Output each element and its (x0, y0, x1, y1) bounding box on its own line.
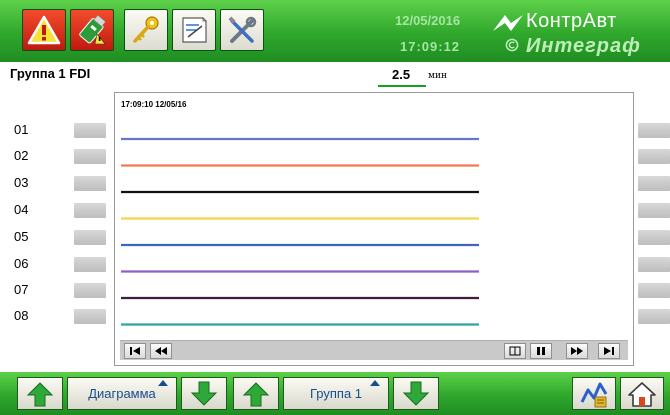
channel-scale-box[interactable] (638, 230, 670, 245)
channel-scale-box[interactable] (638, 257, 670, 272)
channel-label: 06 (14, 256, 29, 271)
channel-value-box[interactable] (74, 230, 106, 245)
channel-label: 05 (14, 229, 29, 244)
trend-settings-button[interactable] (572, 377, 616, 410)
rewind-button[interactable] (150, 343, 172, 359)
tools-icon (228, 16, 257, 43)
group-label: Группа 1 (309, 386, 363, 401)
channel-value-box[interactable] (74, 149, 106, 164)
group-next-button[interactable] (393, 377, 439, 410)
home-button[interactable] (620, 377, 664, 410)
product-name: Интеграф (526, 35, 641, 57)
trend-chart[interactable]: 17:09:10 12/05/16 (114, 92, 634, 366)
alarm-button[interactable] (22, 9, 66, 51)
arrow-up-icon (26, 381, 54, 406)
fast-forward-button[interactable] (566, 343, 588, 359)
mode-next-button[interactable] (181, 377, 227, 410)
channel-value-box[interactable] (74, 203, 106, 218)
fast-forward-icon (571, 347, 583, 355)
jump-end-icon (604, 347, 614, 355)
mode-select-button[interactable]: Диаграмма (67, 377, 177, 410)
channel-value-box[interactable] (74, 283, 106, 298)
brand-logo-icon (493, 15, 523, 31)
trend-settings-icon (580, 382, 608, 407)
pause-icon (537, 347, 545, 355)
warning-icon (27, 15, 61, 45)
channel-scale-box[interactable] (638, 283, 670, 298)
rewind-icon (155, 347, 167, 355)
mode-label: Диаграмма (88, 386, 156, 401)
channel-scale-box[interactable] (638, 203, 670, 218)
bottom-toolbar: Диаграмма Группа 1 (0, 372, 670, 415)
channel-scale-box[interactable] (638, 176, 670, 191)
channel-scale-box[interactable] (638, 309, 670, 324)
current-date: 12/05/2016 (395, 13, 461, 28)
top-toolbar: 12/05/2016 17:09:12 КонтрАвт Интеграф (0, 0, 670, 62)
group-prev-button[interactable] (233, 377, 279, 410)
channel-scale-box[interactable] (638, 149, 670, 164)
channel-scale-box[interactable] (638, 123, 670, 138)
channel-value-box[interactable] (74, 309, 106, 324)
usb-icon (79, 14, 106, 45)
jump-start-icon (130, 347, 140, 355)
channel-label: 01 (14, 122, 29, 137)
channel-label: 02 (14, 148, 29, 163)
tools-button[interactable] (220, 9, 264, 51)
arrow-up-icon (242, 381, 270, 406)
interval-underline (378, 85, 426, 87)
window-icon (509, 346, 521, 356)
key-button[interactable] (124, 9, 168, 51)
copyright-icon (505, 38, 519, 52)
channel-value-box[interactable] (74, 123, 106, 138)
group-select-button[interactable]: Группа 1 (283, 377, 389, 410)
notepad-icon (182, 17, 207, 43)
current-time: 17:09:12 (400, 39, 461, 54)
mode-prev-button[interactable] (17, 377, 63, 410)
home-icon (628, 381, 656, 407)
window-button[interactable] (504, 343, 526, 359)
key-icon (133, 16, 159, 43)
group-title: Группа 1 FDI (10, 66, 91, 81)
channel-label: 08 (14, 308, 29, 323)
chart-timestamp: 17:09:10 12/05/16 (121, 100, 187, 109)
pause-button[interactable] (530, 343, 552, 359)
jump-end-button[interactable] (598, 343, 620, 359)
usb-button[interactable] (70, 9, 114, 51)
arrow-down-icon (190, 381, 218, 406)
channel-label: 07 (14, 282, 29, 297)
jump-start-button[interactable] (124, 343, 146, 359)
interval-value[interactable]: 2.5 (392, 67, 410, 82)
notes-button[interactable] (172, 9, 216, 51)
caret-up-icon (158, 380, 168, 386)
caret-up-icon (370, 380, 380, 386)
interval-unit: мин (428, 71, 447, 81)
playback-controls (120, 340, 628, 360)
channel-value-box[interactable] (74, 176, 106, 191)
trend-plot (121, 137, 479, 326)
channel-value-box[interactable] (74, 257, 106, 272)
brand-name: КонтрАвт (526, 10, 617, 32)
channel-label: 04 (14, 202, 29, 217)
arrow-down-icon (402, 381, 430, 406)
channel-label: 03 (14, 175, 29, 190)
